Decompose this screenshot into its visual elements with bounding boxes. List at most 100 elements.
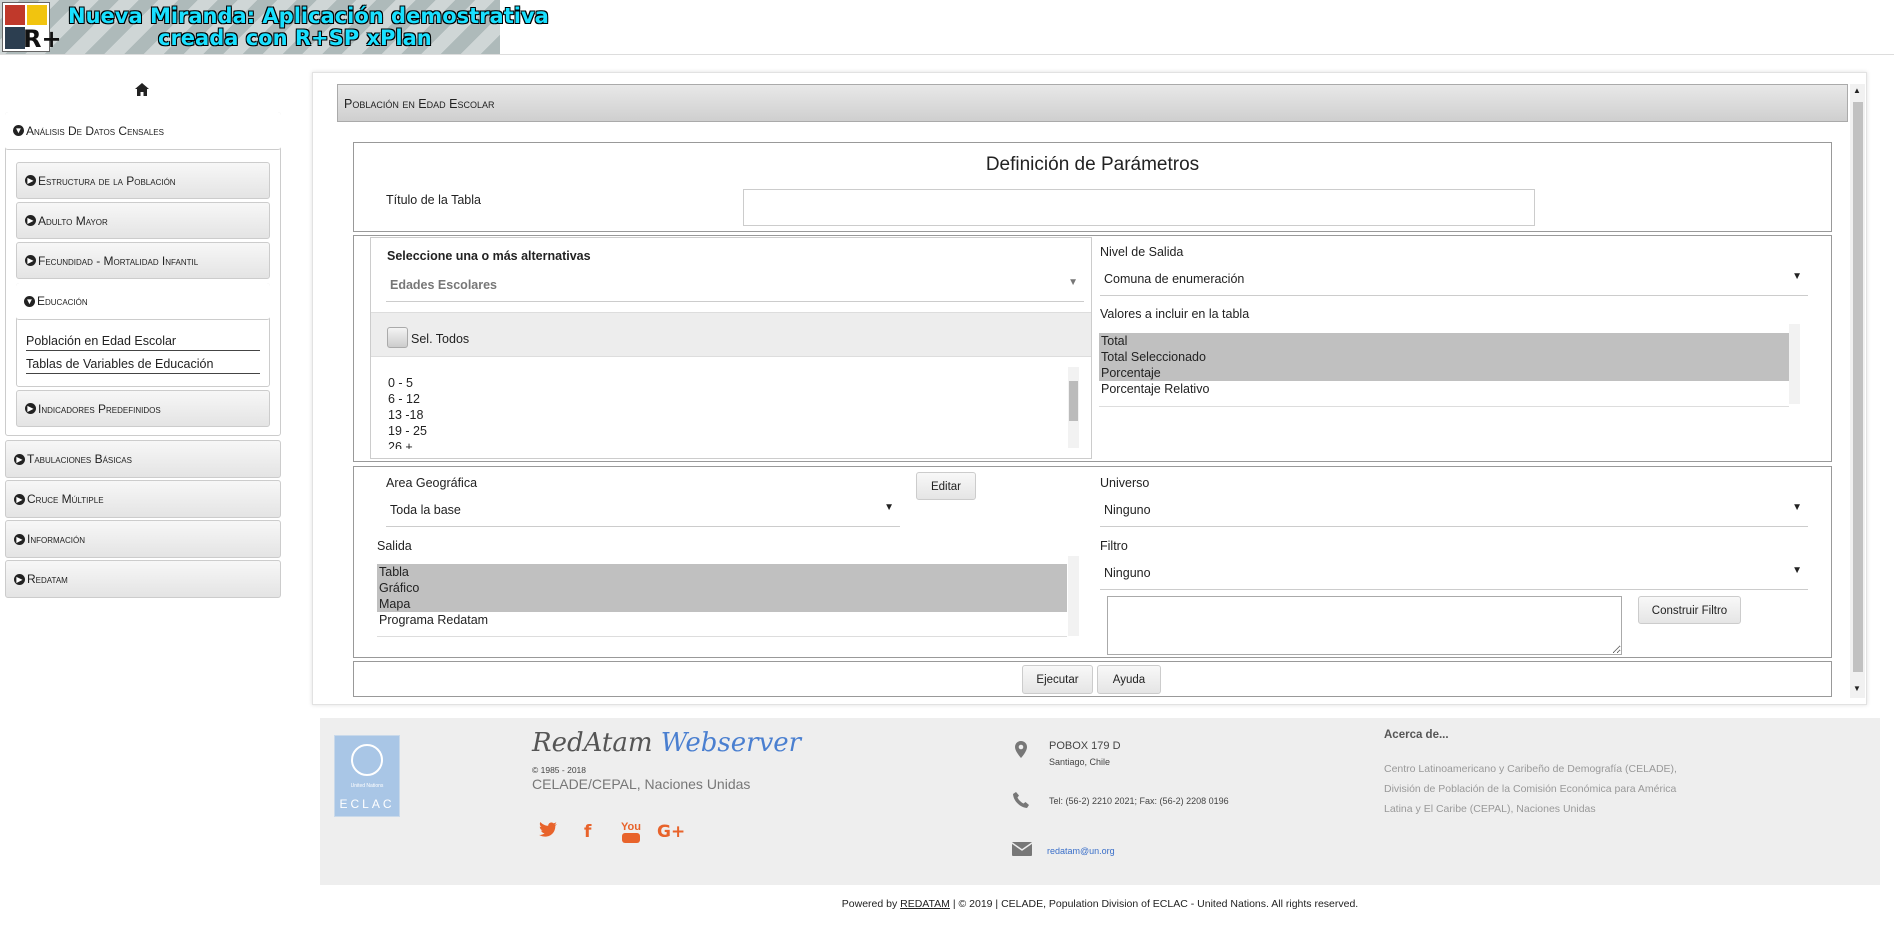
powered-prefix: Powered by bbox=[841, 898, 898, 910]
variable-select[interactable]: Edades Escolares ▼ bbox=[386, 272, 1084, 302]
alternatives-heading: Seleccione una o más alternativas bbox=[387, 249, 591, 263]
list-item[interactable]: 26 + bbox=[386, 439, 1066, 449]
sidebar-item-redatam[interactable]: ▶ Redatam bbox=[5, 560, 281, 598]
sidebar-subitem-label: Indicadores Predefinidos bbox=[38, 401, 161, 416]
about-line: División de Población de la Comisión Eco… bbox=[1384, 783, 1677, 795]
sidebar-item-cruce[interactable]: ▶ Cruce Múltiple bbox=[5, 480, 281, 518]
list-item[interactable]: Porcentaje bbox=[1099, 365, 1789, 381]
area-select-value: Toda la base bbox=[390, 503, 461, 517]
circle-arrow-down-icon: ▼ bbox=[13, 125, 24, 136]
list-item[interactable]: Total bbox=[1099, 333, 1789, 349]
alternatives-list[interactable]: 0 - 5 6 - 12 13 -18 19 - 25 26 + bbox=[386, 375, 1066, 449]
nivel-salida-label: Nivel de Salida bbox=[1100, 245, 1184, 259]
table-title-label: Título de la Tabla bbox=[386, 193, 481, 207]
sidebar-subitem-educacion[interactable]: ▼ Educación bbox=[16, 283, 270, 320]
sidebar-subitem-estructura[interactable]: ▶ Estructura de la Población bbox=[16, 162, 270, 199]
sidebar-item-informacion[interactable]: ▶ Información bbox=[5, 520, 281, 558]
run-button[interactable]: Ejecutar bbox=[1022, 665, 1093, 694]
universo-select[interactable]: Ninguno ▼ bbox=[1100, 497, 1808, 527]
salida-list[interactable]: Tabla Gráfico Mapa Programa Redatam bbox=[377, 564, 1067, 637]
list-item[interactable]: 19 - 25 bbox=[386, 423, 1066, 439]
twitter-icon[interactable] bbox=[539, 822, 557, 842]
sidebar-subitem-label: Educación bbox=[37, 294, 88, 308]
envelope-icon bbox=[1011, 842, 1033, 861]
about-text: Centro Latinoamericano y Caribeño de Dem… bbox=[1384, 759, 1677, 819]
salida-scrollbar[interactable] bbox=[1068, 556, 1079, 636]
redatam-link[interactable]: REDATAM bbox=[900, 898, 950, 910]
list-item[interactable]: Programa Redatam bbox=[377, 612, 1067, 628]
banner: R+ Nueva Miranda: Aplicación demostrativ… bbox=[0, 0, 549, 54]
email-link[interactable]: redatam@un.org bbox=[1047, 846, 1115, 856]
sidebar-subitem-adulto-mayor[interactable]: ▶ Adulto Mayor bbox=[16, 202, 270, 239]
select-all-bar bbox=[371, 312, 1091, 357]
list-item[interactable]: 13 -18 bbox=[386, 407, 1066, 423]
sidebar-link-tablas-educacion[interactable]: Tablas de Variables de Educación bbox=[26, 357, 260, 374]
chevron-down-icon: ▼ bbox=[884, 502, 894, 513]
alternatives-scrollbar[interactable] bbox=[1068, 367, 1079, 448]
select-all-checkbox[interactable] bbox=[387, 327, 408, 348]
about-title: Acerca de... bbox=[1384, 729, 1449, 741]
sidebar-subitem-indicadores[interactable]: ▶ Indicadores Predefinidos bbox=[16, 390, 270, 427]
circle-arrow-right-icon: ▶ bbox=[25, 403, 36, 414]
sidebar-item-label: Cruce Múltiple bbox=[27, 492, 104, 506]
list-item[interactable]: Porcentaje Relativo bbox=[1099, 381, 1789, 397]
app-header: R+ Nueva Miranda: Aplicación demostrativ… bbox=[0, 0, 1894, 55]
valores-scrollbar[interactable] bbox=[1789, 324, 1800, 404]
redatam-webserver-brand: RedAtam Webserver bbox=[532, 728, 801, 758]
copyright-years: © 1985 - 2018 bbox=[532, 765, 586, 775]
table-title-input[interactable] bbox=[743, 189, 1535, 226]
sidebar-subitem-fecundidad[interactable]: ▶ Fecundidad - Mortalidad Infantil bbox=[16, 242, 270, 279]
scroll-down-icon[interactable]: ▼ bbox=[1853, 684, 1861, 693]
chevron-down-icon: ▼ bbox=[1792, 502, 1802, 513]
list-item[interactable]: Mapa bbox=[377, 596, 1067, 612]
list-item[interactable]: Tabla bbox=[377, 564, 1067, 580]
filtro-select-value: Ninguno bbox=[1104, 566, 1151, 580]
youtube-icon-label: You bbox=[621, 821, 641, 833]
help-button[interactable]: Ayuda bbox=[1097, 665, 1161, 694]
sidebar-item-tabulaciones[interactable]: ▶ Tabulaciones Básicas bbox=[5, 440, 281, 478]
salida-label: Salida bbox=[377, 539, 412, 553]
map-marker-icon bbox=[1015, 741, 1027, 763]
circle-arrow-right-icon: ▶ bbox=[25, 215, 36, 226]
redatam-logo[interactable]: R+ bbox=[2, 2, 62, 53]
panel-title: Población en Edad Escolar bbox=[337, 84, 1848, 122]
address-line2: Santiago, Chile bbox=[1049, 757, 1111, 767]
list-item[interactable]: Gráfico bbox=[377, 580, 1067, 596]
list-item[interactable]: Total Seleccionado bbox=[1099, 349, 1789, 365]
sidebar-item-label: Redatam bbox=[27, 572, 68, 586]
un-logo-text: United Nations bbox=[350, 783, 384, 789]
un-logo-acronym: ECLAC bbox=[339, 797, 395, 811]
filtro-label: Filtro bbox=[1100, 539, 1128, 553]
sidebar-item-analisis[interactable]: ▼ Análisis De Datos Censales bbox=[5, 112, 281, 150]
build-filter-button[interactable]: Construir Filtro bbox=[1638, 596, 1741, 624]
universo-select-value: Ninguno bbox=[1104, 503, 1151, 517]
circle-arrow-right-icon: ▶ bbox=[14, 493, 25, 505]
nivel-salida-value: Comuna de enumeración bbox=[1104, 272, 1245, 286]
powered-suffix: | © 2019 | CELADE, Population Division o… bbox=[952, 898, 1359, 910]
youtube-icon[interactable]: You bbox=[620, 822, 642, 843]
home-icon[interactable] bbox=[135, 83, 149, 99]
list-item[interactable]: 6 - 12 bbox=[386, 391, 1066, 407]
valores-list[interactable]: Total Total Seleccionado Porcentaje Porc… bbox=[1099, 332, 1789, 407]
sidebar-subitem-label: Estructura de la Población bbox=[38, 173, 176, 188]
google-plus-icon[interactable]: G+ bbox=[657, 822, 685, 842]
facebook-icon[interactable]: f bbox=[584, 822, 591, 842]
sidebar-item-label: Análisis De Datos Censales bbox=[26, 123, 164, 138]
sidebar-link-poblacion-edad-escolar[interactable]: Población en Edad Escolar bbox=[26, 334, 260, 351]
filter-expression-textarea[interactable] bbox=[1107, 596, 1622, 655]
brand-part-2: Webserver bbox=[660, 728, 802, 758]
address-line1: POBOX 179 D bbox=[1049, 740, 1121, 752]
app-title-line1: Nueva Miranda: Aplicación demostrativa bbox=[68, 4, 549, 28]
scrollbar-thumb[interactable] bbox=[1853, 102, 1863, 672]
list-item[interactable]: 0 - 5 bbox=[386, 375, 1066, 391]
area-select[interactable]: Toda la base ▼ bbox=[386, 497, 900, 527]
select-all-label[interactable]: Sel. Todos bbox=[411, 332, 469, 346]
panel-scrollbar[interactable]: ▲ ▼ bbox=[1850, 84, 1865, 698]
phone-icon bbox=[1013, 792, 1029, 813]
filtro-select[interactable]: Ninguno ▼ bbox=[1100, 560, 1808, 590]
sidebar-subitem-label: Fecundidad - Mortalidad Infantil bbox=[38, 253, 199, 268]
scroll-up-icon[interactable]: ▲ bbox=[1853, 86, 1861, 95]
edit-area-button[interactable]: Editar bbox=[916, 472, 976, 500]
circle-arrow-right-icon: ▶ bbox=[25, 175, 36, 186]
nivel-salida-select[interactable]: Comuna de enumeración ▼ bbox=[1100, 266, 1808, 296]
